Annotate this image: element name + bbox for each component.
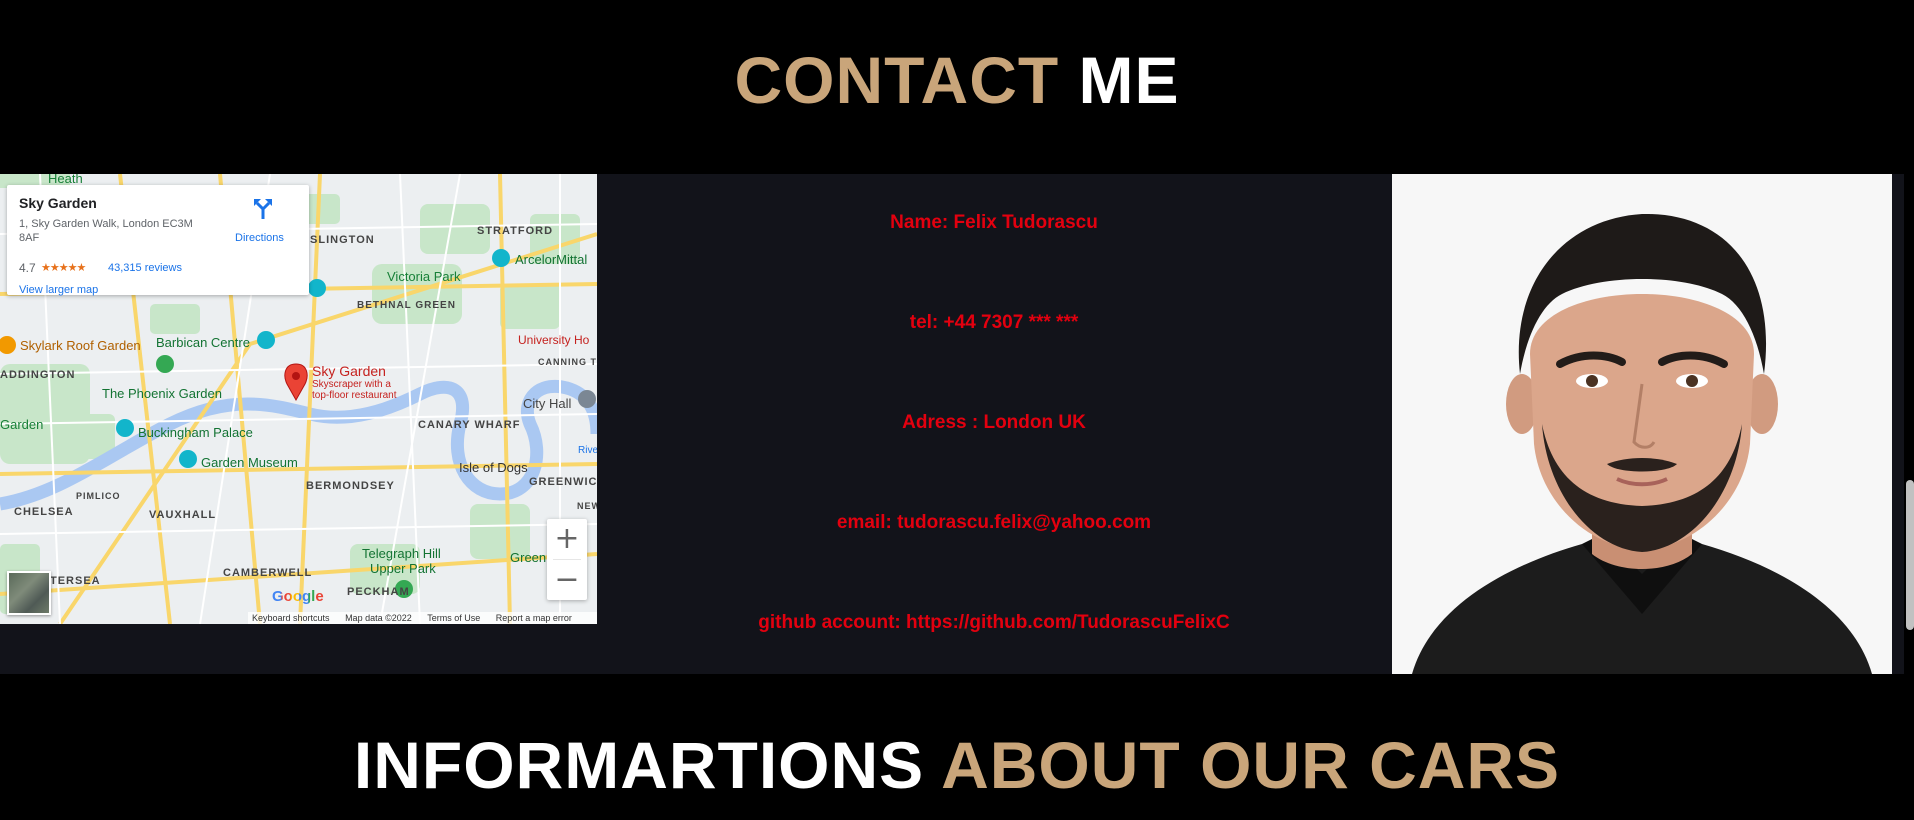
keyboard-shortcuts-link[interactable]: Keyboard shortcuts (252, 613, 330, 623)
star-rating-icon: ★★★★★ (41, 262, 86, 274)
cars-heading-plain: INFORMARTIONS (353, 728, 925, 802)
map-label-phoenix: The Phoenix Garden (102, 386, 222, 401)
map-label-buckingham: Buckingham Palace (138, 425, 253, 440)
google-logo-text: Google (272, 588, 324, 605)
zoom-in-button[interactable]: + (547, 519, 587, 559)
cars-heading: INFORMARTIONS ABOUT OUR CARS (0, 725, 1914, 805)
info-email: email: tudorascu.felix@yahoo.com (836, 512, 1152, 533)
map-label-garden-left: Garden (0, 417, 44, 432)
map-embed[interactable]: Heath ISLINGTON STRATFORD ArcelorMittal … (0, 174, 597, 624)
map-label-canning: CANNING TO (538, 357, 597, 367)
info-github: github account: https://github.com/Tudor… (758, 612, 1230, 633)
map-data-text: Map data ©2022 (345, 613, 412, 623)
map-label-paddington: ADDINGTON (0, 369, 76, 381)
reviews-link[interactable]: 43,315 reviews (108, 262, 182, 274)
page-scrollbar-thumb[interactable] (1906, 480, 1914, 630)
map-label-pimlico: PIMLICO (76, 491, 121, 501)
place-card-rating: 4.7 (19, 261, 36, 275)
map-label-telegraph: Telegraph Hill (362, 546, 441, 561)
place-card-address: 1, Sky Garden Walk, London EC3M 8AF (19, 218, 193, 244)
contact-heading-accent: CONTACT (734, 43, 1060, 117)
map-label-islington: ISLINGTON (306, 234, 375, 246)
terms-link[interactable]: Terms of Use (427, 613, 480, 623)
portrait-illustration (1392, 174, 1892, 674)
map-label-garden-museum: Garden Museum (201, 455, 298, 470)
place-card: Sky Garden 1, Sky Garden Walk, London EC… (7, 185, 309, 296)
map-label-sky-garden-sub2: top-floor restaurant (312, 390, 397, 401)
view-larger-map-link[interactable]: View larger map (19, 284, 98, 296)
zoom-out-button[interactable]: − (547, 560, 587, 600)
map-footer: Keyboard shortcuts Map data ©2022 Terms … (248, 612, 597, 624)
map-label-bethnal-green: BETHNAL GREEN (357, 300, 456, 311)
map-label-battersea: TERSEA (50, 575, 101, 587)
map-label-victoria-park: Victoria Park (387, 269, 461, 284)
map-label-skylark: Skylark Roof Garden (20, 338, 141, 353)
map-label-sky-garden-sub1: Skyscraper with a (312, 379, 391, 390)
map-label-canary: CANARY WHARF (418, 419, 521, 431)
map-label-arcelor: ArcelorMittal (515, 252, 588, 267)
directions-link[interactable]: Directions (235, 232, 284, 244)
map-label-upper-park: Upper Park (370, 561, 436, 576)
map-label-green-right: Green (510, 550, 547, 565)
contact-heading-plain: ME (1078, 43, 1180, 117)
map-label-new: NEW (577, 501, 597, 511)
map-label-university: University Ho (518, 333, 590, 347)
profile-photo (1392, 174, 1892, 674)
directions-icon[interactable] (253, 197, 275, 219)
map-label-stratford: STRATFORD (477, 225, 554, 237)
info-tel: tel: +44 7307 *** *** (909, 312, 1079, 333)
map-label-bermondsey: BERMONDSEY (306, 480, 395, 492)
contact-heading: CONTACT ME (0, 42, 1914, 118)
satellite-toggle-button[interactable] (7, 571, 51, 615)
map-label-peckham: PECKHAM (347, 586, 410, 598)
map-label-camberwell: CAMBERWELL (223, 567, 313, 579)
map-label-isle-dogs: Isle of Dogs (459, 460, 528, 475)
info-name: Name: Felix Tudorascu (890, 212, 1098, 233)
map-label-barbican: Barbican Centre (156, 335, 250, 350)
report-error-link[interactable]: Report a map error (496, 613, 572, 623)
zoom-controls: + − (547, 519, 587, 600)
map-label-chelsea: CHELSEA (14, 506, 74, 518)
map-label-river: River (578, 445, 597, 456)
map-label-sky-garden: Sky Garden (312, 363, 386, 379)
map-label-city-hall: City Hall (523, 396, 572, 411)
map-label-greenwich: GREENWIC (529, 476, 597, 488)
info-address: Adress : London UK (902, 412, 1086, 433)
map-label-vauxhall: VAUXHALL (149, 509, 217, 521)
cars-heading-accent: ABOUT OUR CARS (941, 728, 1561, 802)
place-card-title: Sky Garden (19, 195, 97, 211)
google-logo: Google (272, 588, 324, 605)
